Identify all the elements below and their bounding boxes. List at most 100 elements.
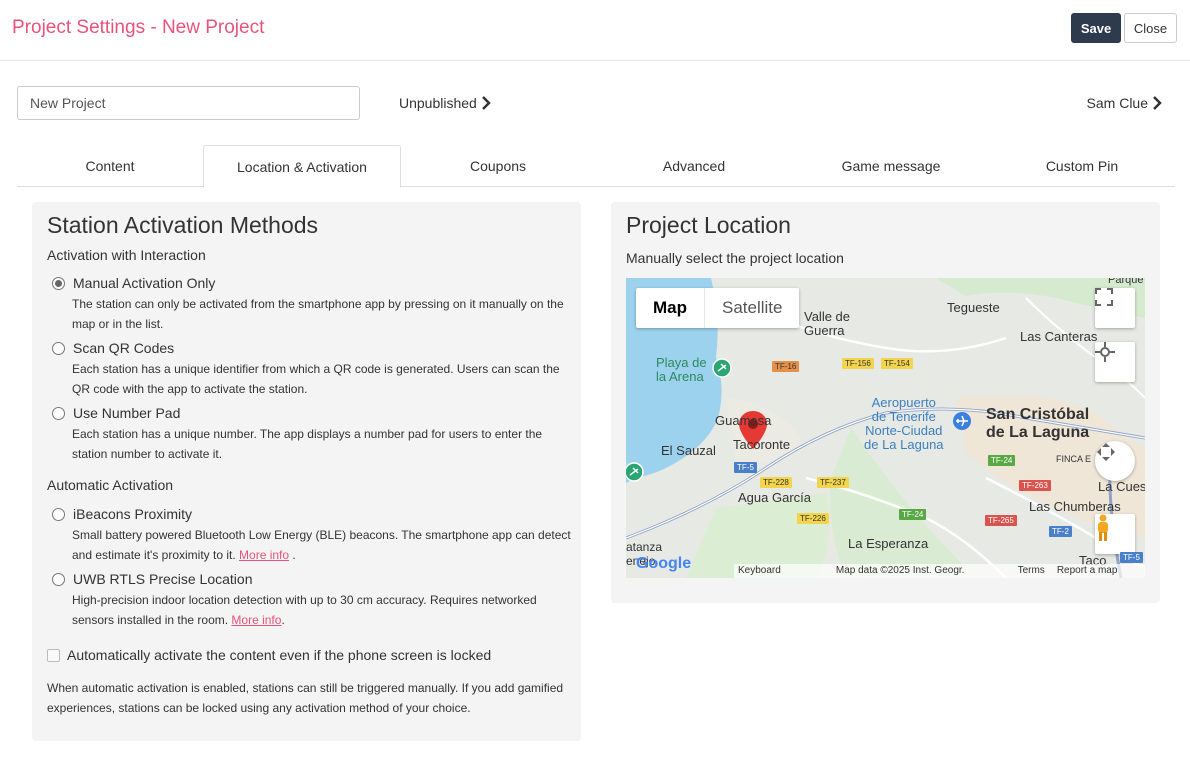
map-place-label: Valle de Guerra [804, 309, 851, 338]
radio-manual-activation[interactable]: Manual Activation Only [52, 275, 215, 291]
road-shield: TF-226 [797, 513, 829, 524]
radio-button[interactable] [52, 341, 65, 355]
radio-label: Scan QR Codes [73, 340, 175, 356]
project-location-map[interactable]: Map Satellite Valle de Guerra Tegueste L… [626, 278, 1145, 578]
map-type-satellite-button[interactable]: Satellite [705, 288, 799, 328]
owner-link[interactable]: Sam Clue [1087, 95, 1162, 111]
uwb-description: High-precision indoor location detection… [72, 593, 537, 627]
map-place-label: Las Canteras [1020, 329, 1098, 344]
map-place-label: Las Chumberas [1029, 499, 1121, 514]
terms-link[interactable]: Terms [1018, 564, 1045, 578]
road-shield: TF-16 [772, 361, 800, 372]
road-shield: TF-265 [985, 515, 1017, 526]
location-title: Project Location [626, 212, 791, 238]
ibeacons-more-info-link[interactable]: More info [239, 548, 289, 562]
map-place-label: La Esperanza [848, 536, 929, 551]
radio-button[interactable] [52, 572, 65, 586]
map-place-label: Guamasa [715, 413, 772, 428]
map-place-label: Agua García [738, 490, 811, 505]
crosshair-icon [1095, 342, 1115, 362]
radio-label: Use Number Pad [73, 405, 181, 421]
my-location-button[interactable] [1095, 342, 1135, 382]
checkbox-label: Automatically activate the content even … [67, 647, 492, 663]
owner-label: Sam Clue [1086, 95, 1148, 111]
map-place-label: El Sauzal [661, 443, 716, 458]
page-header: Project Settings - New Project Save Clos… [0, 0, 1190, 61]
road-shield: TF-24 [899, 509, 927, 520]
radio-label: Manual Activation Only [73, 275, 216, 291]
location-subtitle: Manually select the project location [626, 250, 844, 266]
radio-button[interactable] [52, 276, 65, 290]
radio-label: UWB RTLS Precise Location [73, 571, 253, 587]
map-place-label: FINCA E [1056, 454, 1092, 464]
fullscreen-icon [1095, 288, 1113, 306]
road-shield: TF-228 [760, 477, 792, 488]
save-button[interactable]: Save [1071, 13, 1121, 43]
radio-ibeacons[interactable]: iBeacons Proximity [52, 506, 192, 522]
road-shield: TF-237 [817, 477, 849, 488]
tab-advanced[interactable]: Advanced [595, 145, 793, 187]
activation-note: When automatic activation is enabled, st… [47, 681, 564, 715]
location-panel: Project Location Manually select the pro… [611, 202, 1160, 603]
keyboard-shortcuts-link[interactable]: Keyboard shortcuts [738, 564, 824, 578]
road-shield: TF-154 [881, 358, 913, 369]
close-button[interactable]: Close [1124, 13, 1177, 43]
map-place-label: Playa de la Arena [656, 355, 707, 384]
map-type-control: Map Satellite [636, 288, 800, 328]
lock-screen-checkbox-row[interactable]: Automatically activate the content even … [47, 647, 491, 663]
radio-button[interactable] [52, 406, 65, 420]
beach-poi-icon[interactable] [712, 358, 732, 378]
beach-poi-icon[interactable] [626, 462, 644, 482]
interaction-section-label: Activation with Interaction [47, 247, 206, 263]
map-data-attribution: Map data ©2025 Inst. Geogr. Nacional [835, 565, 965, 576]
radio-number-pad[interactable]: Use Number Pad [52, 405, 180, 421]
road-shield: TF-5 [1120, 552, 1143, 563]
pan-control[interactable] [1095, 441, 1135, 481]
road-shield: TF-156 [842, 358, 874, 369]
street-view-pegman[interactable] [1095, 514, 1135, 554]
tab-coupons[interactable]: Coupons [401, 145, 595, 187]
map-attribution-bar: Keyboard shortcuts Map data ©2025 Inst. … [734, 564, 1145, 578]
activation-panel: Station Activation Methods Activation wi… [32, 202, 581, 741]
project-name-input[interactable] [17, 86, 360, 120]
publish-status-link[interactable]: Unpublished [399, 95, 491, 111]
fullscreen-button[interactable] [1095, 288, 1135, 328]
map-place-label: Tacoronte [733, 437, 791, 452]
publish-status-label: Unpublished [399, 95, 477, 111]
chevron-right-icon [1153, 96, 1162, 110]
uwb-more-info-link[interactable]: More info [231, 613, 281, 627]
activation-title: Station Activation Methods [47, 212, 319, 238]
radio-scan-qr[interactable]: Scan QR Codes [52, 340, 174, 356]
road-shield: TF-5 [734, 462, 757, 473]
radio-label: iBeacons Proximity [73, 506, 193, 522]
map-type-map-button[interactable]: Map [636, 288, 705, 328]
map-place-label: Parque [1108, 278, 1144, 286]
report-map-error-link[interactable]: Report a map error [1057, 564, 1141, 578]
settings-tabs: Content Location & Activation Coupons Ad… [17, 145, 1175, 188]
pan-arrows-icon [1097, 443, 1115, 461]
lock-screen-checkbox[interactable] [47, 648, 60, 662]
map-place-label: La Cuest [1098, 479, 1145, 494]
tab-game-message[interactable]: Game message [793, 145, 989, 187]
tab-content[interactable]: Content [17, 145, 203, 187]
qr-description: Each station has a unique identifier fro… [72, 362, 560, 396]
numpad-description: Each station has a unique number. The ap… [72, 427, 543, 461]
map-place-label: Aeropuerto de Tenerife Norte-Ciudad de L… [864, 395, 944, 452]
ibeacons-description: Small battery powered Bluetooth Low Ener… [72, 528, 571, 562]
map-place-label: Tegueste [947, 300, 1000, 315]
chevron-right-icon [481, 96, 491, 110]
radio-uwb[interactable]: UWB RTLS Precise Location [52, 571, 252, 587]
road-shield: TF-2 [1049, 526, 1072, 537]
manual-description: The station can only be activated from t… [72, 297, 564, 331]
page-title: Project Settings - New Project [12, 17, 265, 38]
automatic-section-label: Automatic Activation [47, 477, 174, 493]
radio-button[interactable] [52, 507, 65, 521]
road-shield: TF-263 [1019, 480, 1051, 491]
map-place-label: San Cristóbal de La Laguna [986, 406, 1090, 441]
tab-custom-pin[interactable]: Custom Pin [989, 145, 1175, 187]
airport-poi-icon[interactable] [952, 411, 972, 431]
google-logo: Google [636, 555, 692, 572]
road-shield: TF-24 [988, 455, 1016, 466]
pegman-icon [1098, 514, 1108, 541]
tab-location-activation[interactable]: Location & Activation [203, 145, 401, 188]
